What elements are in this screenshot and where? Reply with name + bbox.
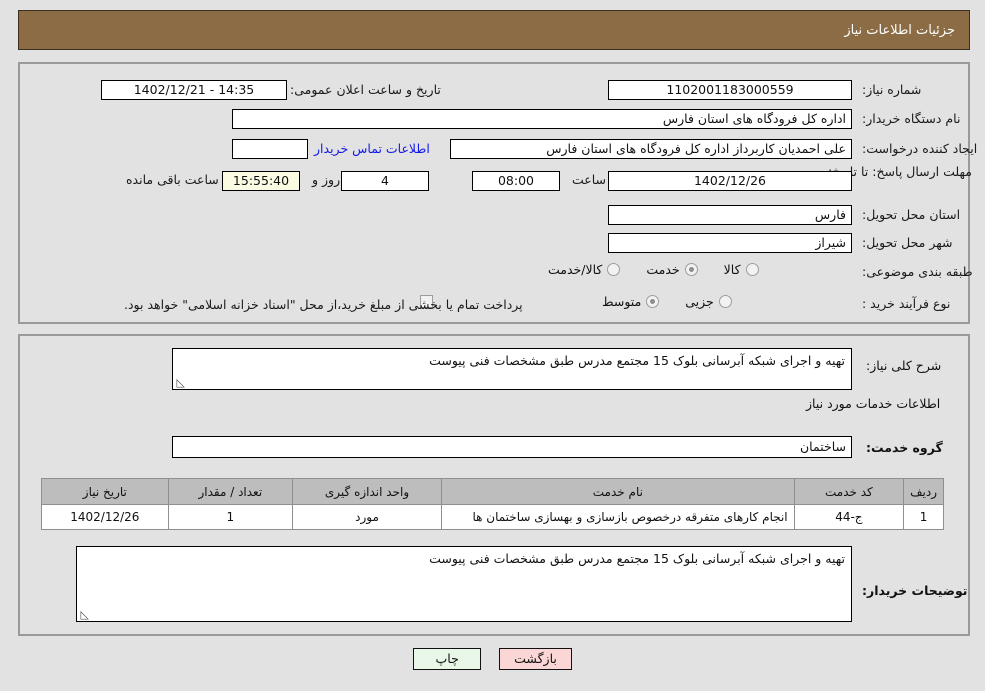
service-group-label: گروه خدمت: <box>866 440 943 455</box>
purchase-type-options: جزیی متوسط <box>602 294 742 309</box>
general-desc-value: تهیه و اجرای شبکه آبرسانی بلوک 15 مجتمع … <box>429 353 845 368</box>
need-summary-panel <box>18 62 970 324</box>
col-date: تاریخ نیاز <box>41 478 169 505</box>
classification-row: طبقه بندی موضوعی: <box>862 264 973 279</box>
cell-date: 1402/12/26 <box>41 504 169 530</box>
classification-label: طبقه بندی موضوعی: <box>862 264 973 279</box>
buyer-org-label: نام دستگاه خریدار: <box>862 111 961 126</box>
public-announce-row: تاریخ و ساعت اعلان عمومی: <box>290 82 441 97</box>
table-header-row: ردیف کد خدمت نام خدمت واحد اندازه گیری ت… <box>41 478 944 505</box>
page-root: AriaTender.net جزئیات اطلاعات نیاز شماره… <box>0 0 985 691</box>
need-number-label: شماره نیاز: <box>862 82 922 97</box>
col-qty: تعداد / مقدار <box>167 478 293 505</box>
request-creator-label: ایجاد کننده درخواست: <box>862 141 978 156</box>
city-label: شهر محل تحویل: <box>862 235 953 250</box>
cell-code: ج-44 <box>793 504 905 530</box>
radio-khedmat-icon[interactable] <box>684 263 698 276</box>
page-title: جزئیات اطلاعات نیاز <box>844 22 955 38</box>
public-announce-field[interactable]: 14:35 - 1402/12/21 <box>101 80 287 100</box>
general-desc-textarea[interactable]: تهیه و اجرای شبکه آبرسانی بلوک 15 مجتمع … <box>172 348 852 390</box>
classification-option-label-0: کالا <box>723 262 741 277</box>
purchase-type-row: نوع فرآیند خرید : <box>862 296 950 311</box>
treasury-checkbox-text: پرداخت تمام یا بخشی از مبلغ خرید،از محل … <box>124 297 523 312</box>
buyer-notes-value: تهیه و اجرای شبکه آبرسانی بلوک 15 مجتمع … <box>429 551 845 566</box>
request-creator-row: ایجاد کننده درخواست: <box>862 141 977 156</box>
deadline-remaining-suffix: ساعت باقی مانده <box>126 172 219 187</box>
need-number-row: شماره نیاز: <box>862 82 921 97</box>
cell-qty: 1 <box>167 504 293 530</box>
service-group-field[interactable]: ساختمان <box>172 436 852 458</box>
classification-options: کالا خدمت کالا/خدمت <box>548 262 769 277</box>
city-field[interactable]: شیراز <box>608 233 852 253</box>
radio-jozei-icon[interactable] <box>718 295 732 308</box>
col-name: نام خدمت <box>441 478 795 505</box>
back-button[interactable]: بازگشت <box>499 648 572 670</box>
radio-kala-icon[interactable] <box>745 263 759 276</box>
classification-option-label-2: کالا/خدمت <box>548 262 603 277</box>
radio-motevasset-icon[interactable] <box>646 295 660 308</box>
buyer-contact-spacer-field <box>232 139 308 159</box>
buyer-notes-label: توضیحات خریدار: <box>862 583 968 598</box>
province-row: استان محل تحویل: <box>862 207 960 222</box>
request-creator-field[interactable]: علی احمدیان کاربرداز اداره کل فرودگاه ها… <box>450 139 852 159</box>
province-field[interactable]: فارس <box>608 205 852 225</box>
services-heading: اطلاعات خدمات مورد نیاز <box>806 396 941 411</box>
purchase-type-option-label-0: جزیی <box>685 294 714 309</box>
col-radif: ردیف <box>903 478 944 505</box>
cell-radif: 1 <box>903 504 944 530</box>
purchase-type-option-motevasset[interactable]: متوسط <box>602 294 660 309</box>
resize-grip-icon[interactable]: ◺ <box>175 377 185 388</box>
col-code: کد خدمت <box>793 478 905 505</box>
window-title-bar: جزئیات اطلاعات نیاز <box>18 10 970 50</box>
classification-option-label-1: خدمت <box>646 262 680 277</box>
classification-option-khedmat[interactable]: خدمت <box>646 262 698 277</box>
purchase-type-label: نوع فرآیند خرید : <box>862 296 951 311</box>
city-row: شهر محل تحویل: <box>862 235 952 250</box>
deadline-label-block: مهلت ارسال پاسخ: تا تاریخ: <box>828 163 972 181</box>
radio-kala-khedmat-icon[interactable] <box>607 263 621 276</box>
cell-name: انجام کارهای متفرقه درخصوص بازسازی و بهس… <box>441 504 795 530</box>
deadline-time-field[interactable]: 08:00 <box>472 171 560 191</box>
public-announce-label: تاریخ و ساعت اعلان عمومی: <box>290 82 441 97</box>
buyer-org-field[interactable]: اداره کل فرودگاه های استان فارس <box>232 109 852 129</box>
print-button[interactable]: چاپ <box>413 648 482 670</box>
button-bar: بازگشت چاپ <box>0 648 985 670</box>
classification-option-kala-khedmat[interactable]: کالا/خدمت <box>548 262 621 277</box>
purchase-type-option-jozei[interactable]: جزیی <box>685 294 732 309</box>
resize-grip-icon-2[interactable]: ◺ <box>79 609 89 620</box>
need-number-field[interactable]: 1102001183000559 <box>608 80 852 100</box>
services-table: ردیف کد خدمت نام خدمت واحد اندازه گیری ت… <box>41 478 944 530</box>
col-unit: واحد اندازه گیری <box>291 478 443 505</box>
buyer-org-row: نام دستگاه خریدار: <box>862 111 960 126</box>
table-row[interactable]: 1 ج-44 انجام کارهای متفرقه درخصوص بازساز… <box>41 504 944 530</box>
purchase-type-option-label-1: متوسط <box>602 294 642 309</box>
deadline-time-label: ساعت <box>572 172 607 187</box>
cell-unit: مورد <box>291 504 443 530</box>
deadline-days-suffix: روز و <box>312 172 341 187</box>
deadline-date-field[interactable]: 1402/12/26 <box>608 171 852 191</box>
classification-option-kala[interactable]: کالا <box>724 262 759 277</box>
buyer-contact-link[interactable]: اطلاعات تماس خریدار <box>314 141 430 156</box>
deadline-remaining-field[interactable]: 15:55:40 <box>222 171 300 191</box>
province-label: استان محل تحویل: <box>862 207 961 222</box>
buyer-notes-textarea[interactable]: تهیه و اجرای شبکه آبرسانی بلوک 15 مجتمع … <box>76 546 852 622</box>
deadline-days-field[interactable]: 4 <box>341 171 429 191</box>
general-desc-label: شرح کلی نیاز: <box>866 358 942 373</box>
